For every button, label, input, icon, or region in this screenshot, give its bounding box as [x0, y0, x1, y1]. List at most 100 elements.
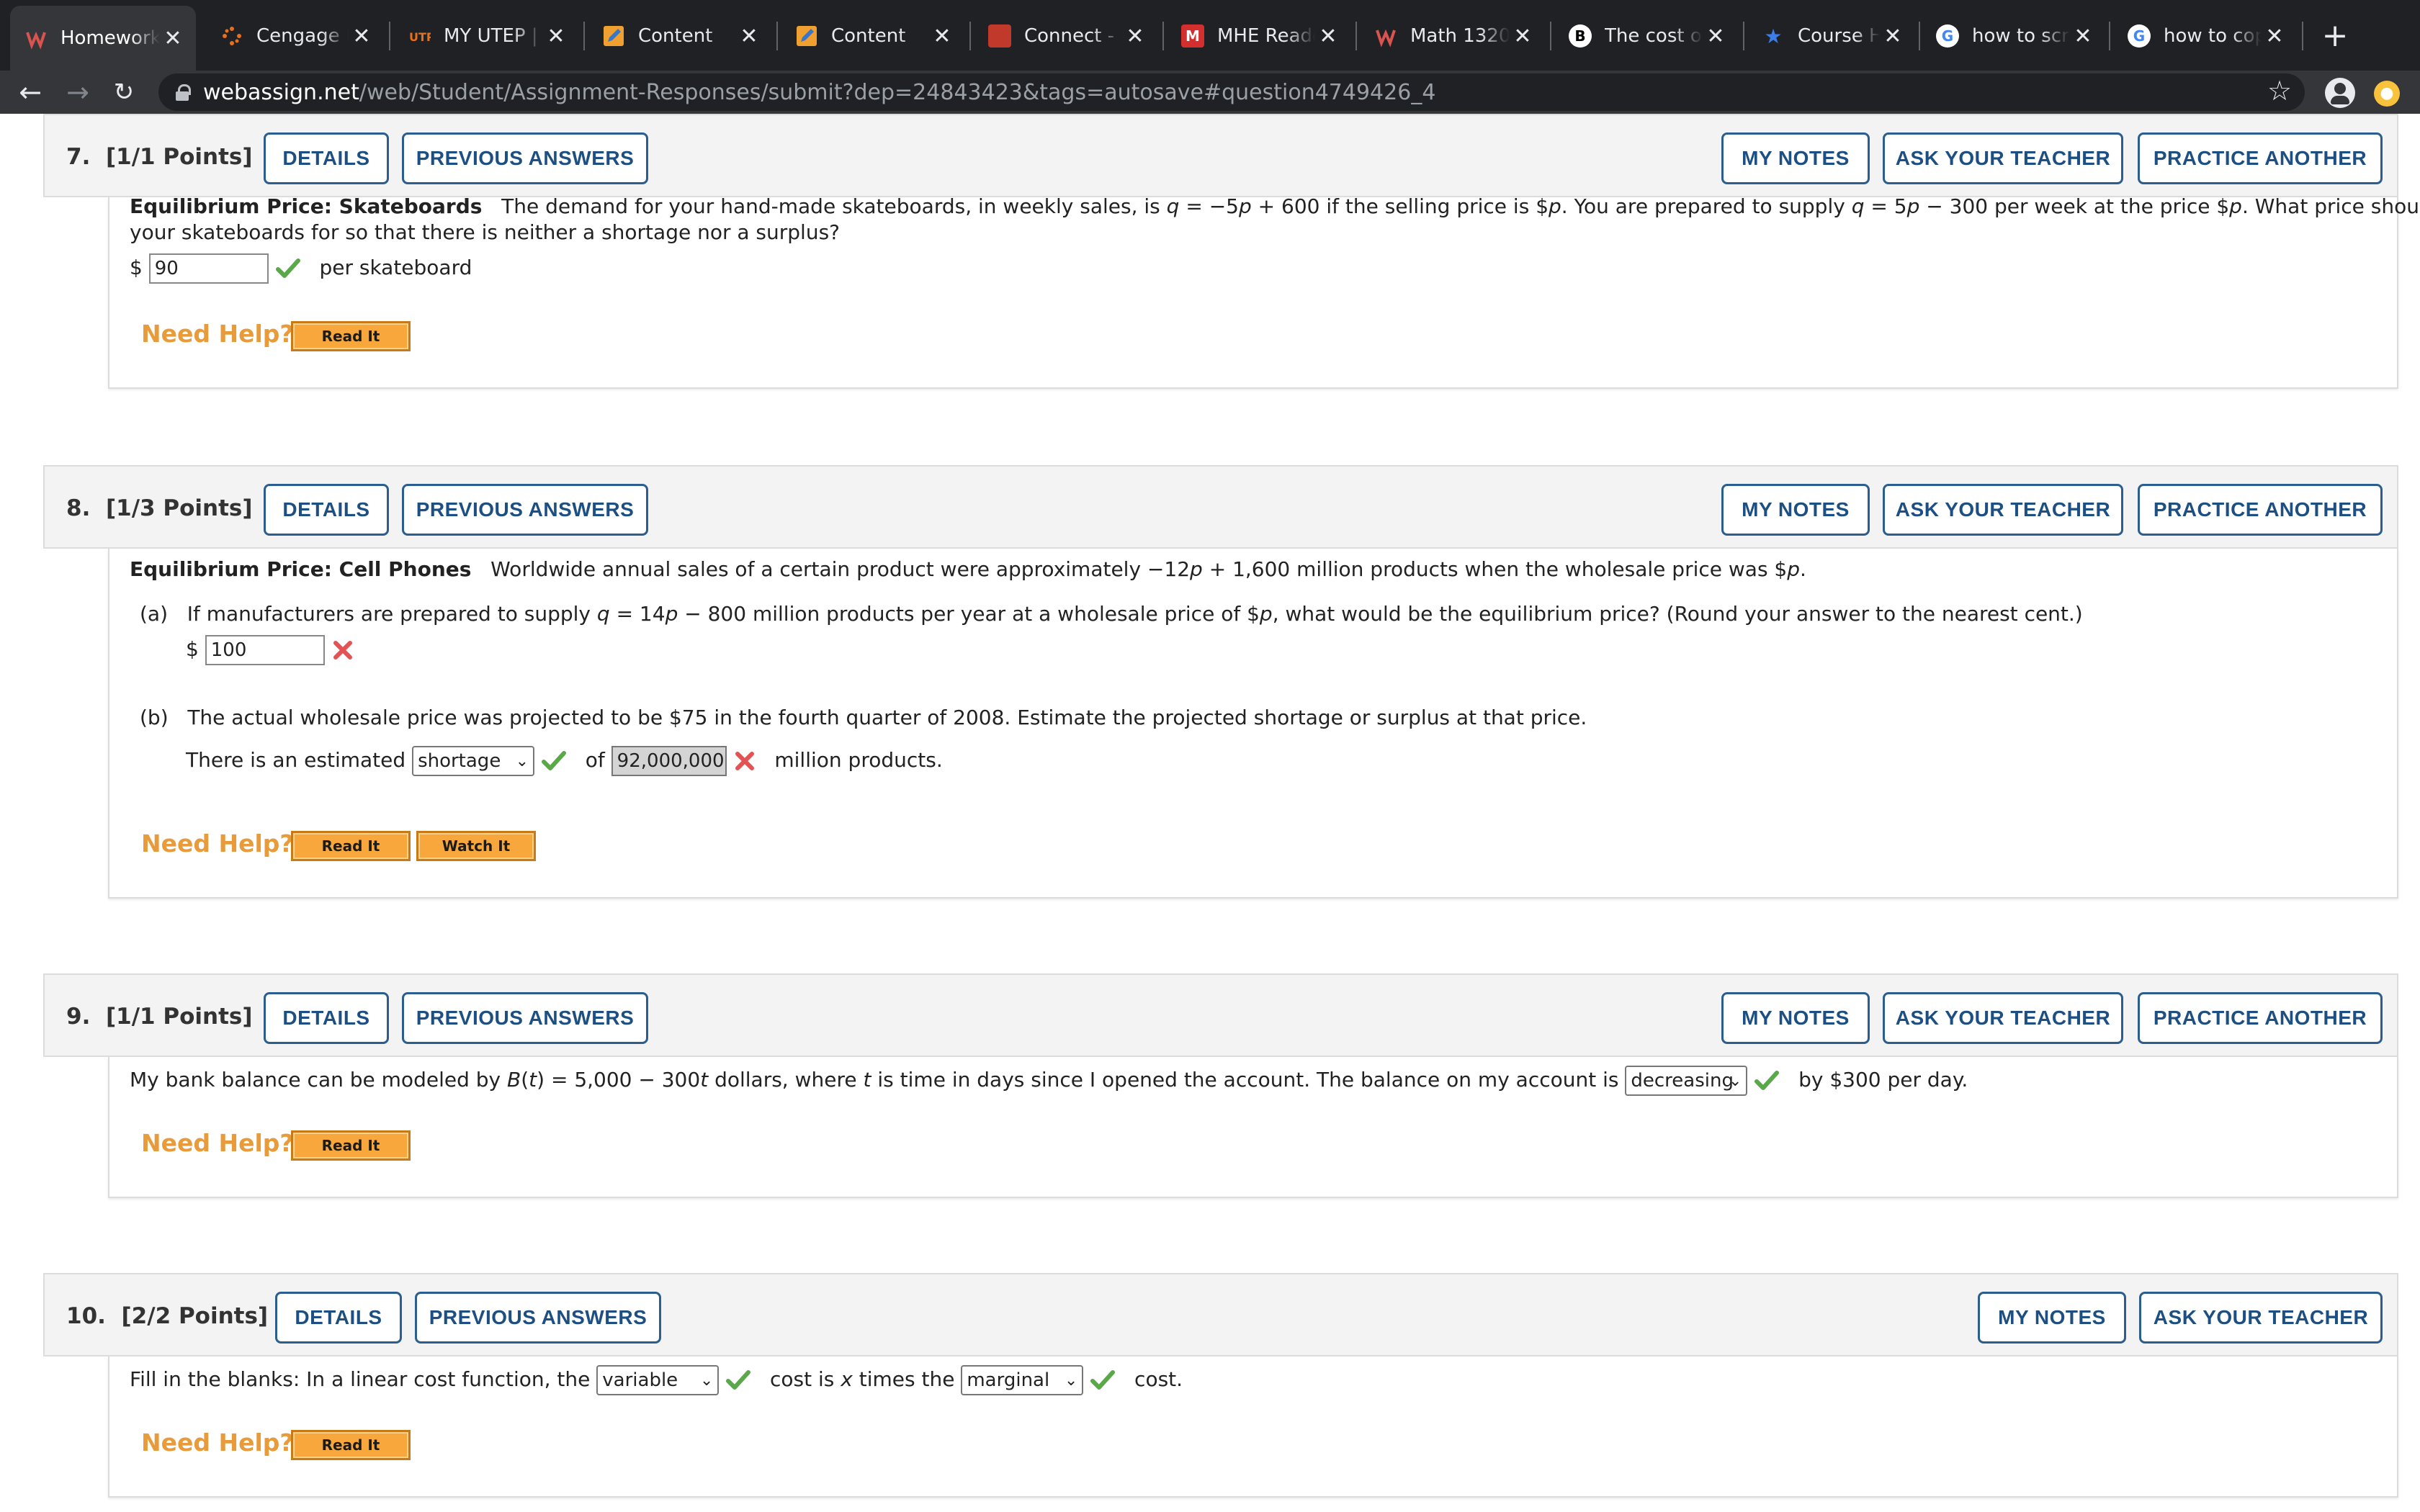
details-button[interactable]: DETAILS: [264, 484, 389, 536]
tab-course-hero[interactable]: ★ Course Hero ✕: [1747, 9, 1916, 63]
tab-math-1320[interactable]: Math 1320, ✕: [1360, 9, 1546, 63]
ask-your-teacher-button[interactable]: ASK YOUR TEACHER: [2139, 1292, 2383, 1344]
read-it-button[interactable]: Read It: [291, 1430, 411, 1460]
tab-homework[interactable]: Homework 2 ✕: [10, 6, 196, 71]
tab-label: how to copy: [2164, 25, 2262, 47]
profile-avatar-icon[interactable]: [2325, 78, 2355, 108]
tab-label: The cost of a: [1605, 25, 1703, 47]
need-help-label: Need Help?: [141, 829, 294, 858]
cengage-icon: [220, 24, 243, 48]
browser-toolbar: ← → ↻ webassign.net/web/Student/Assignme…: [0, 71, 2420, 114]
close-icon[interactable]: ✕: [2070, 24, 2096, 49]
read-it-button[interactable]: Read It: [291, 831, 411, 861]
ask-your-teacher-button[interactable]: ASK YOUR TEACHER: [1883, 132, 2123, 184]
need-help-label: Need Help?: [141, 1129, 294, 1157]
cost-kind-select[interactable]: marginal ⌄: [961, 1365, 1084, 1395]
tab-label: Homework 2: [60, 27, 160, 49]
tab-label: Course Hero: [1798, 25, 1880, 47]
tab-connect[interactable]: Connect - Section ✕: [974, 9, 1158, 63]
tab-cengage[interactable]: Cengage Digital ✕: [206, 9, 385, 63]
ask-your-teacher-button[interactable]: ASK YOUR TEACHER: [1883, 992, 2123, 1044]
google-icon: G: [1936, 24, 1959, 48]
tab-content-1[interactable]: Content ✕: [588, 9, 772, 63]
close-icon[interactable]: ✕: [1510, 24, 1536, 49]
read-it-button[interactable]: Read It: [291, 1130, 411, 1161]
mhe-icon: M: [1181, 24, 1204, 48]
details-button[interactable]: DETAILS: [264, 132, 389, 184]
details-button[interactable]: DETAILS: [264, 992, 389, 1044]
my-notes-button[interactable]: MY NOTES: [1721, 132, 1870, 184]
tab-google-2[interactable]: G how to copy ✕: [2113, 9, 2298, 63]
tab-content-2[interactable]: Content ✕: [781, 9, 965, 63]
previous-answers-button[interactable]: PREVIOUS ANSWERS: [415, 1292, 661, 1344]
forward-arrow-icon[interactable]: →: [60, 75, 95, 109]
close-icon[interactable]: ✕: [2262, 24, 2287, 49]
read-it-button[interactable]: Read It: [291, 321, 411, 351]
close-icon[interactable]: ✕: [1880, 24, 1906, 49]
price-input[interactable]: 90: [148, 253, 269, 284]
question-7-answer-row: $ 90 per skateboard: [130, 253, 472, 284]
ask-your-teacher-button[interactable]: ASK YOUR TEACHER: [1883, 484, 2123, 536]
my-notes-button[interactable]: MY NOTES: [1721, 484, 1870, 536]
practice-another-button[interactable]: PRACTICE ANOTHER: [2138, 132, 2383, 184]
tab-label: Math 1320,: [1410, 25, 1510, 47]
question-8-header: 8. [1/3 Points] DETAILS PREVIOUS ANSWERS…: [43, 465, 2398, 549]
close-icon[interactable]: ✕: [1122, 24, 1148, 49]
new-tab-button[interactable]: +: [2313, 14, 2357, 58]
equilibrium-price-input[interactable]: 100: [205, 635, 325, 665]
previous-answers-button[interactable]: PREVIOUS ANSWERS: [402, 132, 648, 184]
connect-icon: [988, 24, 1011, 48]
tab-label: Content: [831, 25, 906, 47]
chevron-down-icon: ⌄: [1728, 1072, 1742, 1090]
shortage-amount-input[interactable]: 92,000,000: [611, 746, 727, 776]
url-host: webassign.net: [203, 79, 359, 105]
tab-mhe-reader[interactable]: M MHE Reader ✕: [1167, 9, 1351, 63]
pencil-icon: [602, 24, 625, 48]
tab-google-1[interactable]: G how to screen ✕: [1922, 9, 2106, 63]
reload-icon[interactable]: ↻: [107, 75, 141, 109]
close-icon[interactable]: ✕: [160, 26, 186, 51]
webassign-icon: [24, 27, 48, 50]
tab-label: MHE Reader: [1217, 25, 1315, 47]
balance-trend-select[interactable]: decreasing ⌄: [1625, 1066, 1748, 1096]
chevron-down-icon: ⌄: [1064, 1372, 1078, 1390]
address-bar[interactable]: webassign.net/web/Student/Assignment-Res…: [158, 73, 2305, 111]
close-icon[interactable]: ✕: [349, 24, 375, 49]
coursehero-icon: ★: [1764, 24, 1783, 48]
extension-icon[interactable]: ●: [2374, 81, 2400, 107]
close-icon[interactable]: ✕: [1315, 24, 1341, 49]
shortage-surplus-select[interactable]: shortage ⌄: [412, 746, 535, 776]
star-icon[interactable]: ☆: [2267, 75, 2292, 107]
google-icon: G: [2128, 24, 2151, 48]
question-number: 8. [1/3 Points]: [66, 495, 253, 521]
question-9-header: 9. [1/1 Points] DETAILS PREVIOUS ANSWERS…: [43, 973, 2398, 1057]
tab-label: Cengage Digital: [256, 25, 349, 47]
tab-brainly[interactable]: B The cost of a ✕: [1554, 9, 1739, 63]
my-notes-button[interactable]: MY NOTES: [1721, 992, 1870, 1044]
close-icon[interactable]: ✕: [1703, 24, 1729, 49]
close-icon[interactable]: ✕: [929, 24, 955, 49]
tab-my-utep[interactable]: UTP MY UTEP | UTEP ✕: [393, 9, 579, 63]
back-arrow-icon[interactable]: ←: [13, 75, 48, 109]
lock-icon: [176, 84, 191, 101]
practice-another-button[interactable]: PRACTICE ANOTHER: [2138, 992, 2383, 1044]
brainly-icon: B: [1569, 24, 1592, 48]
tab-label: how to screen: [1972, 25, 2070, 47]
cost-type-select[interactable]: variable ⌄: [596, 1365, 720, 1395]
question-number: 10. [2/2 Points]: [66, 1303, 269, 1329]
close-icon[interactable]: ✕: [736, 24, 762, 49]
my-notes-button[interactable]: MY NOTES: [1978, 1292, 2126, 1344]
close-icon[interactable]: ✕: [543, 24, 569, 49]
watch-it-button[interactable]: Watch It: [416, 831, 536, 861]
question-9-text: My bank balance can be modeled by B(t) =…: [130, 1066, 1968, 1096]
previous-answers-button[interactable]: PREVIOUS ANSWERS: [402, 484, 648, 536]
x-mark-icon: [735, 752, 754, 770]
x-mark-icon: [333, 641, 352, 660]
utep-icon: UTP: [408, 24, 431, 48]
details-button[interactable]: DETAILS: [275, 1292, 402, 1344]
svg-text:UTP: UTP: [409, 30, 431, 44]
practice-another-button[interactable]: PRACTICE ANOTHER: [2138, 484, 2383, 536]
question-10-header: 10. [2/2 Points] DETAILS PREVIOUS ANSWER…: [43, 1273, 2398, 1356]
previous-answers-button[interactable]: PREVIOUS ANSWERS: [402, 992, 648, 1044]
tab-bar: Homework 2 ✕ Cengage Digital ✕ UTP MY UT…: [0, 0, 2420, 71]
